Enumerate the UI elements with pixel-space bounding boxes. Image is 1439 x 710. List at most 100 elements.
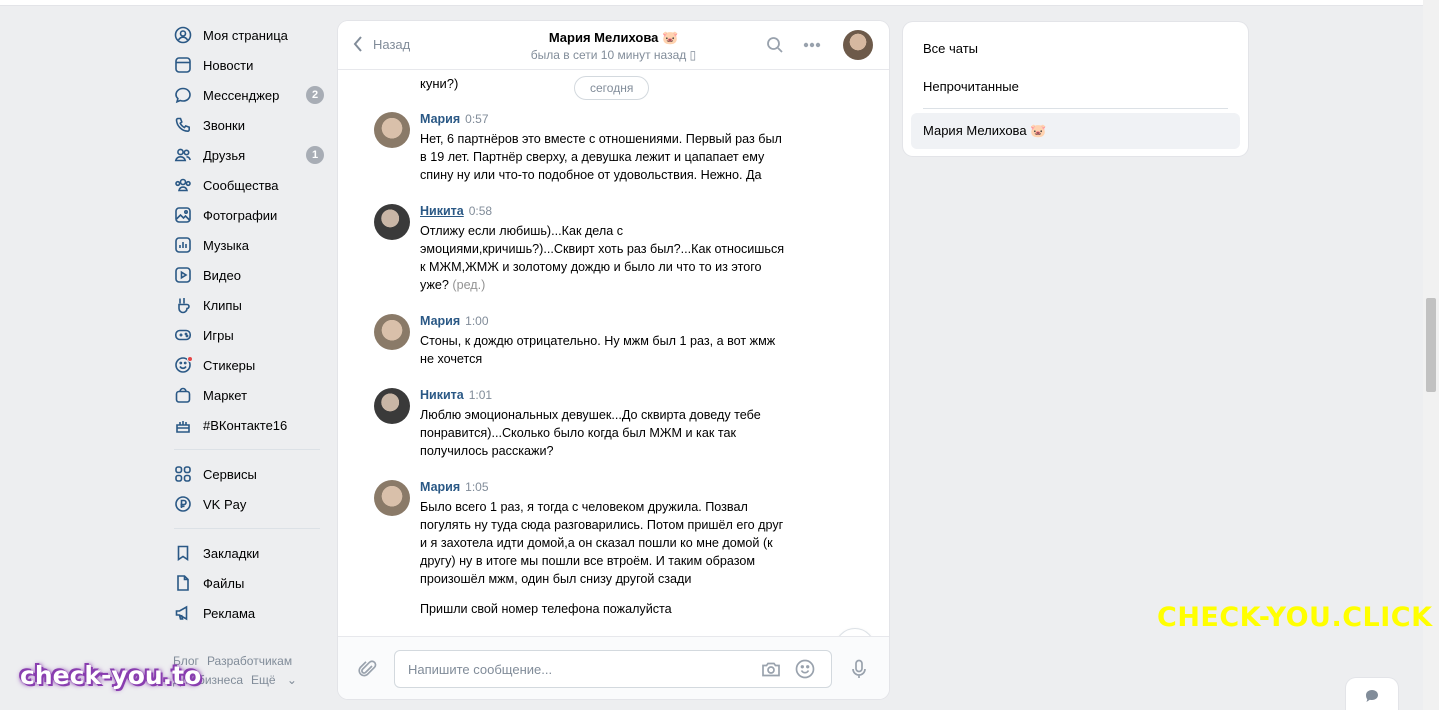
message-header: Мария 0:57 bbox=[420, 112, 489, 126]
nav-divider bbox=[174, 449, 320, 450]
nav-item-photos[interactable]: Фотографии bbox=[166, 200, 326, 230]
watermark-right: CHECK-YOU.CLICK bbox=[1157, 602, 1433, 633]
message-line: спину ну или что-то подобное от удовольс… bbox=[420, 168, 762, 182]
avatar[interactable] bbox=[374, 314, 410, 350]
nav-item-market[interactable]: Маркет bbox=[166, 380, 326, 410]
message-header: Никита 1:01 bbox=[420, 388, 492, 402]
message-author[interactable]: Мария bbox=[420, 314, 460, 328]
nav-item-label: Звонки bbox=[203, 117, 245, 133]
message-line: Было всего 1 раз, я тогда с человеком др… bbox=[420, 500, 748, 514]
chat-float-button[interactable] bbox=[1346, 678, 1398, 710]
avatar[interactable] bbox=[374, 388, 410, 424]
message-text: Люблю эмоциональных девушек...До сквирта… bbox=[420, 406, 806, 460]
message-line: Люблю эмоциональных девушек...До сквирта… bbox=[420, 408, 761, 422]
panel-divider bbox=[923, 108, 1228, 109]
user-circle-icon bbox=[174, 26, 192, 44]
chat-bubble-icon bbox=[1366, 690, 1378, 702]
message-feed[interactable]: куни?) сегодня Мария 0:57 Нет, 6 партнёро… bbox=[338, 70, 889, 636]
communities-icon bbox=[174, 176, 192, 194]
message-line: получилось расскажи? bbox=[420, 444, 554, 458]
nav-item-label: Музыка bbox=[203, 237, 249, 253]
message-input-box[interactable] bbox=[394, 650, 832, 688]
stickers-notification-dot bbox=[187, 356, 193, 362]
mobile-icon: ▯ bbox=[689, 48, 697, 62]
footer-link-developers[interactable]: Разработчикам bbox=[207, 654, 292, 668]
friends-icon bbox=[174, 146, 192, 164]
message-line: понравится)...Сколько было когда был МЖМ… bbox=[420, 426, 736, 440]
nav-item-label: Друзья bbox=[203, 147, 246, 163]
message-text: Нет, 6 партнёров это вместе с отношениям… bbox=[420, 130, 806, 184]
message-author[interactable]: Мария bbox=[420, 112, 460, 126]
nav-item-ads[interactable]: Реклама bbox=[166, 598, 326, 628]
message-author[interactable]: Никита bbox=[420, 204, 464, 218]
nav-item-stickers[interactable]: Стикеры bbox=[166, 350, 326, 380]
message-time: 1:01 bbox=[468, 388, 493, 402]
nav-item-communities[interactable]: Сообщества bbox=[166, 170, 326, 200]
footer-link-more[interactable]: Ещё ⌄ bbox=[251, 673, 305, 687]
nav-item-files[interactable]: Файлы bbox=[166, 568, 326, 598]
nav-item-clips[interactable]: Клипы bbox=[166, 290, 326, 320]
search-icon[interactable] bbox=[765, 35, 785, 55]
music-icon bbox=[174, 236, 192, 254]
message-author[interactable]: Мария bbox=[420, 480, 460, 494]
file-icon bbox=[174, 574, 192, 592]
nav-item-calls[interactable]: Звонки bbox=[166, 110, 326, 140]
message-line: произошёл мжм, один был снизу другой сза… bbox=[420, 572, 692, 586]
microphone-icon[interactable] bbox=[848, 658, 870, 680]
nav-item-label: Закладки bbox=[203, 545, 260, 561]
message-header: Мария 1:00 bbox=[420, 314, 489, 328]
nav-divider bbox=[174, 528, 320, 529]
nav-item-vkpay[interactable]: VK Pay bbox=[166, 489, 326, 519]
message-input[interactable] bbox=[408, 651, 748, 687]
message-line: и я захотела идти домой,а он сказал пошл… bbox=[420, 536, 773, 550]
nav-item-label: Моя страница bbox=[203, 27, 288, 43]
message-line: другу) ну в итоге мы пошли все втроём. И… bbox=[420, 554, 755, 568]
message-line: Отлижу если любишь)...Как дела с bbox=[420, 224, 624, 238]
avatar[interactable] bbox=[374, 112, 410, 148]
watermark-left: check-you.to bbox=[20, 661, 202, 690]
nav-item-vk16[interactable]: #ВКонтакте16 bbox=[166, 410, 326, 440]
message-text: Пришли свой номер телефона пожалуйста bbox=[420, 602, 672, 616]
nav-item-label: Маркет bbox=[203, 387, 248, 403]
nav-item-label: Игры bbox=[203, 327, 234, 343]
top-bar bbox=[0, 0, 1423, 6]
nav-item-label: Клипы bbox=[203, 297, 242, 313]
camera-icon[interactable] bbox=[760, 658, 782, 680]
avatar[interactable] bbox=[374, 480, 410, 516]
more-icon[interactable] bbox=[802, 35, 822, 55]
message-time: 0:57 bbox=[465, 112, 489, 126]
nav-item-friends[interactable]: Друзья 1 bbox=[166, 140, 326, 170]
chevron-down-icon: ⌄ bbox=[286, 673, 297, 687]
nav-item-messenger[interactable]: Мессенджер 2 bbox=[166, 80, 326, 110]
contact-emoji: 🐷 bbox=[662, 30, 679, 45]
message-text: Отлижу если любишь)...Как дела с эмоциям… bbox=[420, 222, 806, 294]
clips-icon bbox=[174, 296, 192, 314]
nav-item-bookmarks[interactable]: Закладки bbox=[166, 538, 326, 568]
contact-avatar[interactable] bbox=[843, 30, 873, 60]
nav-item-services[interactable]: Сервисы bbox=[166, 459, 326, 489]
message-author[interactable]: Никита bbox=[420, 388, 464, 402]
nav-item-label: Видео bbox=[203, 267, 241, 283]
nav-item-my-page[interactable]: Моя страница bbox=[166, 20, 326, 50]
filter-all-chats[interactable]: Все чаты bbox=[923, 41, 978, 56]
chat-panel: Назад Мария Мелихова 🐷 была в сети 10 ми… bbox=[338, 21, 889, 699]
chat-filter-panel: Все чаты Непрочитанные Мария Мелихова 🐷 bbox=[903, 22, 1248, 156]
video-icon bbox=[174, 266, 192, 284]
nav-item-music[interactable]: Музыка bbox=[166, 230, 326, 260]
nav-item-video[interactable]: Видео bbox=[166, 260, 326, 290]
scroll-to-bottom-button[interactable] bbox=[835, 628, 875, 636]
nav-item-games[interactable]: Игры bbox=[166, 320, 326, 350]
active-chat-item[interactable]: Мария Мелихова 🐷 bbox=[911, 113, 1240, 149]
message-text: Стоны, к дождю отрицательно. Ну мжм был … bbox=[420, 332, 806, 368]
emoji-icon[interactable] bbox=[794, 658, 816, 680]
message-time: 1:05 bbox=[465, 480, 489, 494]
nav-item-news[interactable]: Новости bbox=[166, 50, 326, 80]
active-chat-label: Мария Мелихова 🐷 bbox=[923, 123, 1047, 138]
avatar[interactable] bbox=[374, 204, 410, 240]
scrollbar-thumb[interactable] bbox=[1426, 298, 1436, 392]
message-line-text: уже? bbox=[420, 278, 449, 292]
filter-unread[interactable]: Непрочитанные bbox=[923, 79, 1019, 94]
cake-icon bbox=[174, 416, 192, 434]
games-icon bbox=[174, 326, 192, 344]
paperclip-icon[interactable] bbox=[357, 658, 379, 680]
